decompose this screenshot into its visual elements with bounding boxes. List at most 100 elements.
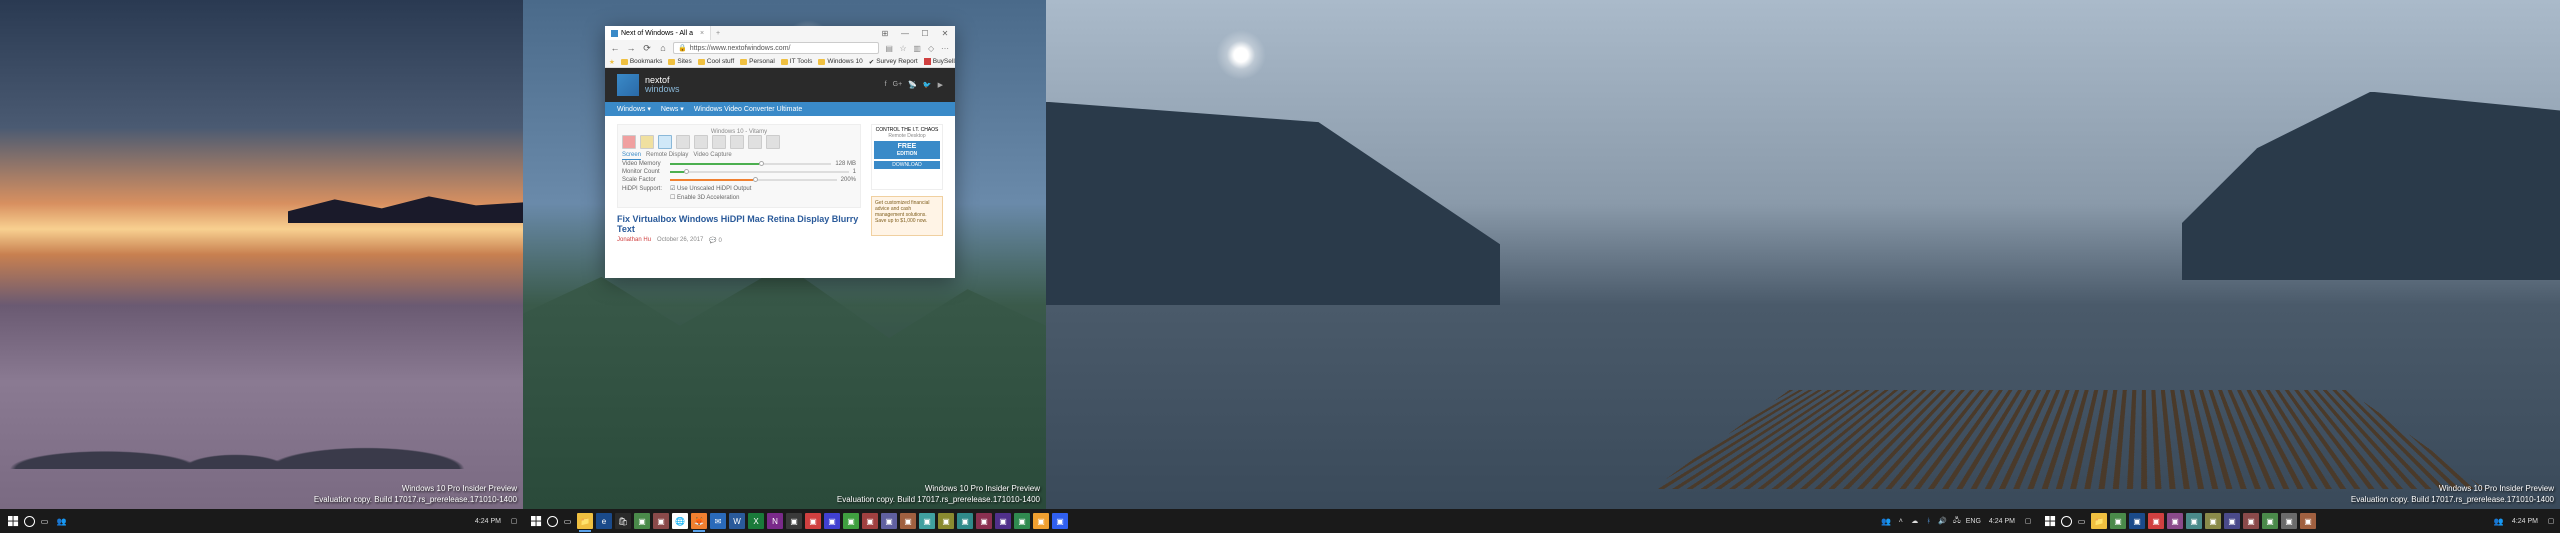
pin-app[interactable]: ▣ [2110, 513, 2126, 529]
minimize-button[interactable]: — [895, 26, 915, 40]
bookmark-folder[interactable]: Bookmarks [621, 58, 663, 65]
pin-app[interactable]: ▣ [1033, 513, 1049, 529]
browser-window[interactable]: Next of Windows - All a × + ⊞ — ☐ ✕ ← → … [605, 26, 955, 278]
pin-app[interactable]: ▣ [862, 513, 878, 529]
language-indicator[interactable]: ENG [1966, 518, 1981, 525]
pin-app[interactable]: ▣ [2167, 513, 2183, 529]
pin-app[interactable]: ▣ [2148, 513, 2164, 529]
pin-app[interactable]: ▣ [2262, 513, 2278, 529]
pin-app[interactable]: ▣ [2300, 513, 2316, 529]
site-logo-text[interactable]: nextof windows [645, 76, 680, 94]
pin-chrome[interactable]: 🌐 [672, 513, 688, 529]
people-icon[interactable]: 👥 [2491, 514, 2506, 529]
bookmark-folder[interactable]: Windows 10 [818, 58, 862, 65]
pin-app[interactable]: ▣ [843, 513, 859, 529]
monitor-2-desktop[interactable]: Next of Windows - All a × + ⊞ — ☐ ✕ ← → … [523, 0, 1046, 509]
bookmark-folder[interactable]: Sites [668, 58, 691, 65]
twitter-icon[interactable]: 🐦 [923, 81, 932, 89]
nav-news[interactable]: News ▾ [661, 105, 684, 113]
action-center-icon[interactable]: ▢ [2023, 516, 2033, 526]
pin-app[interactable]: ▣ [957, 513, 973, 529]
pin-app[interactable]: ▣ [1052, 513, 1068, 529]
pin-app[interactable]: ▣ [653, 513, 669, 529]
article-author[interactable]: Jonathan Hu [617, 237, 651, 244]
pin-app[interactable]: ▣ [900, 513, 916, 529]
tab-close-icon[interactable]: × [700, 30, 704, 37]
url-field[interactable]: 🔒 https://www.nextofwindows.com/ [673, 42, 879, 54]
cortana-icon[interactable] [547, 516, 558, 527]
start-button[interactable] [4, 512, 22, 530]
library-icon[interactable]: ▥ [911, 42, 923, 54]
pin-outlook[interactable]: ✉ [710, 513, 726, 529]
action-center-icon[interactable]: ▢ [2546, 516, 2556, 526]
tray-overflow-icon[interactable]: ˄ [1896, 516, 1906, 526]
youtube-icon[interactable]: ▶ [938, 81, 943, 89]
pin-app[interactable]: ▣ [805, 513, 821, 529]
caption-sidebar-button[interactable]: ⊞ [875, 26, 895, 40]
pin-onenote[interactable]: N [767, 513, 783, 529]
monitor-3-desktop[interactable]: Windows 10 Pro Insider Preview Evaluatio… [1046, 0, 2560, 509]
back-button[interactable]: ← [609, 42, 621, 54]
extensions-icon[interactable]: ◇ [925, 42, 937, 54]
onedrive-icon[interactable]: ☁ [1910, 516, 1920, 526]
refresh-button[interactable]: ⟳ [641, 42, 653, 54]
ad-financial[interactable]: Get customized financial advice and cash… [871, 196, 943, 236]
people-icon[interactable]: 👥 [1879, 514, 1894, 529]
pin-app[interactable]: ▣ [938, 513, 954, 529]
volume-icon[interactable]: 🔊 [1938, 516, 1948, 526]
pin-file-explorer[interactable]: 📁 [577, 513, 593, 529]
bluetooth-icon[interactable]: ᚼ [1924, 516, 1934, 526]
pin-store[interactable]: 🛍 [615, 513, 631, 529]
article-comments[interactable]: 💬 0 [709, 237, 721, 244]
maximize-button[interactable]: ☐ [915, 26, 935, 40]
pin-firefox[interactable]: 🦊 [691, 513, 707, 529]
favorites-star-icon[interactable]: ★ [609, 58, 615, 66]
pin-word[interactable]: W [729, 513, 745, 529]
favorite-icon[interactable]: ☆ [897, 42, 909, 54]
pin-app[interactable]: ▣ [995, 513, 1011, 529]
article-title[interactable]: Fix Virtualbox Windows HiDPI Mac Retina … [617, 214, 861, 234]
pin-app[interactable]: ▣ [824, 513, 840, 529]
forward-button[interactable]: → [625, 42, 637, 54]
pin-app[interactable]: ▣ [881, 513, 897, 529]
pin-app[interactable]: ▣ [634, 513, 650, 529]
site-logo-icon[interactable] [617, 74, 639, 96]
bookmark-item[interactable]: ✔ Survey Report [869, 58, 918, 66]
action-center-icon[interactable]: ▢ [509, 516, 519, 526]
pin-app[interactable]: ▣ [2129, 513, 2145, 529]
close-button[interactable]: ✕ [935, 26, 955, 40]
facebook-icon[interactable]: f [885, 81, 887, 89]
pin-app[interactable]: ▣ [2205, 513, 2221, 529]
reading-view-icon[interactable]: ▤ [883, 42, 895, 54]
browser-tab-active[interactable]: Next of Windows - All a × [605, 26, 711, 40]
google-plus-icon[interactable]: G+ [893, 81, 903, 89]
bookmark-item[interactable]: BuySellAds [924, 58, 955, 65]
task-view-icon[interactable]: ▭ [2074, 514, 2089, 529]
cortana-icon[interactable] [2061, 516, 2072, 527]
home-button[interactable]: ⌂ [657, 42, 669, 54]
task-view-icon[interactable]: ▭ [37, 514, 52, 529]
clock[interactable]: 4:24 PM [471, 518, 505, 525]
pin-app[interactable]: ▣ [976, 513, 992, 529]
pin-app[interactable]: ▣ [2243, 513, 2259, 529]
bookmark-folder[interactable]: IT Tools [781, 58, 813, 65]
people-icon[interactable]: 👥 [54, 514, 69, 529]
start-button[interactable] [527, 512, 545, 530]
nav-converter[interactable]: Windows Video Converter Ultimate [694, 106, 802, 113]
menu-icon[interactable]: ⋯ [939, 42, 951, 54]
pin-app[interactable]: ▣ [919, 513, 935, 529]
pin-app[interactable]: 📁 [2091, 513, 2107, 529]
pin-app[interactable]: ▣ [1014, 513, 1030, 529]
ad-remote-desktop[interactable]: CONTROL THE I.T. CHAOS Remote Desktop FR… [871, 124, 943, 190]
pin-app[interactable]: ▣ [2281, 513, 2297, 529]
rss-icon[interactable]: 📡 [908, 81, 917, 89]
taskbar-monitor-2[interactable]: ▭ 📁 e 🛍 ▣ ▣ 🌐 🦊 ✉ W X N ▣ ▣ ▣ ▣ ▣ ▣ ▣ ▣ … [523, 509, 2037, 533]
pin-edge[interactable]: e [596, 513, 612, 529]
bookmark-folder[interactable]: Personal [740, 58, 775, 65]
monitor-1-desktop[interactable]: Windows 10 Pro Insider Preview Evaluatio… [0, 0, 523, 509]
clock[interactable]: 4:24 PM [1985, 518, 2019, 525]
start-button[interactable] [2041, 512, 2059, 530]
page-content[interactable]: nextof windows f G+ 📡 🐦 ▶ Windows ▾ News… [605, 68, 955, 278]
system-tray[interactable]: ˄ ☁ ᚼ 🔊 🖧 ENG 4:24 PM ▢ [1896, 516, 2033, 526]
nav-windows[interactable]: Windows ▾ [617, 105, 651, 113]
